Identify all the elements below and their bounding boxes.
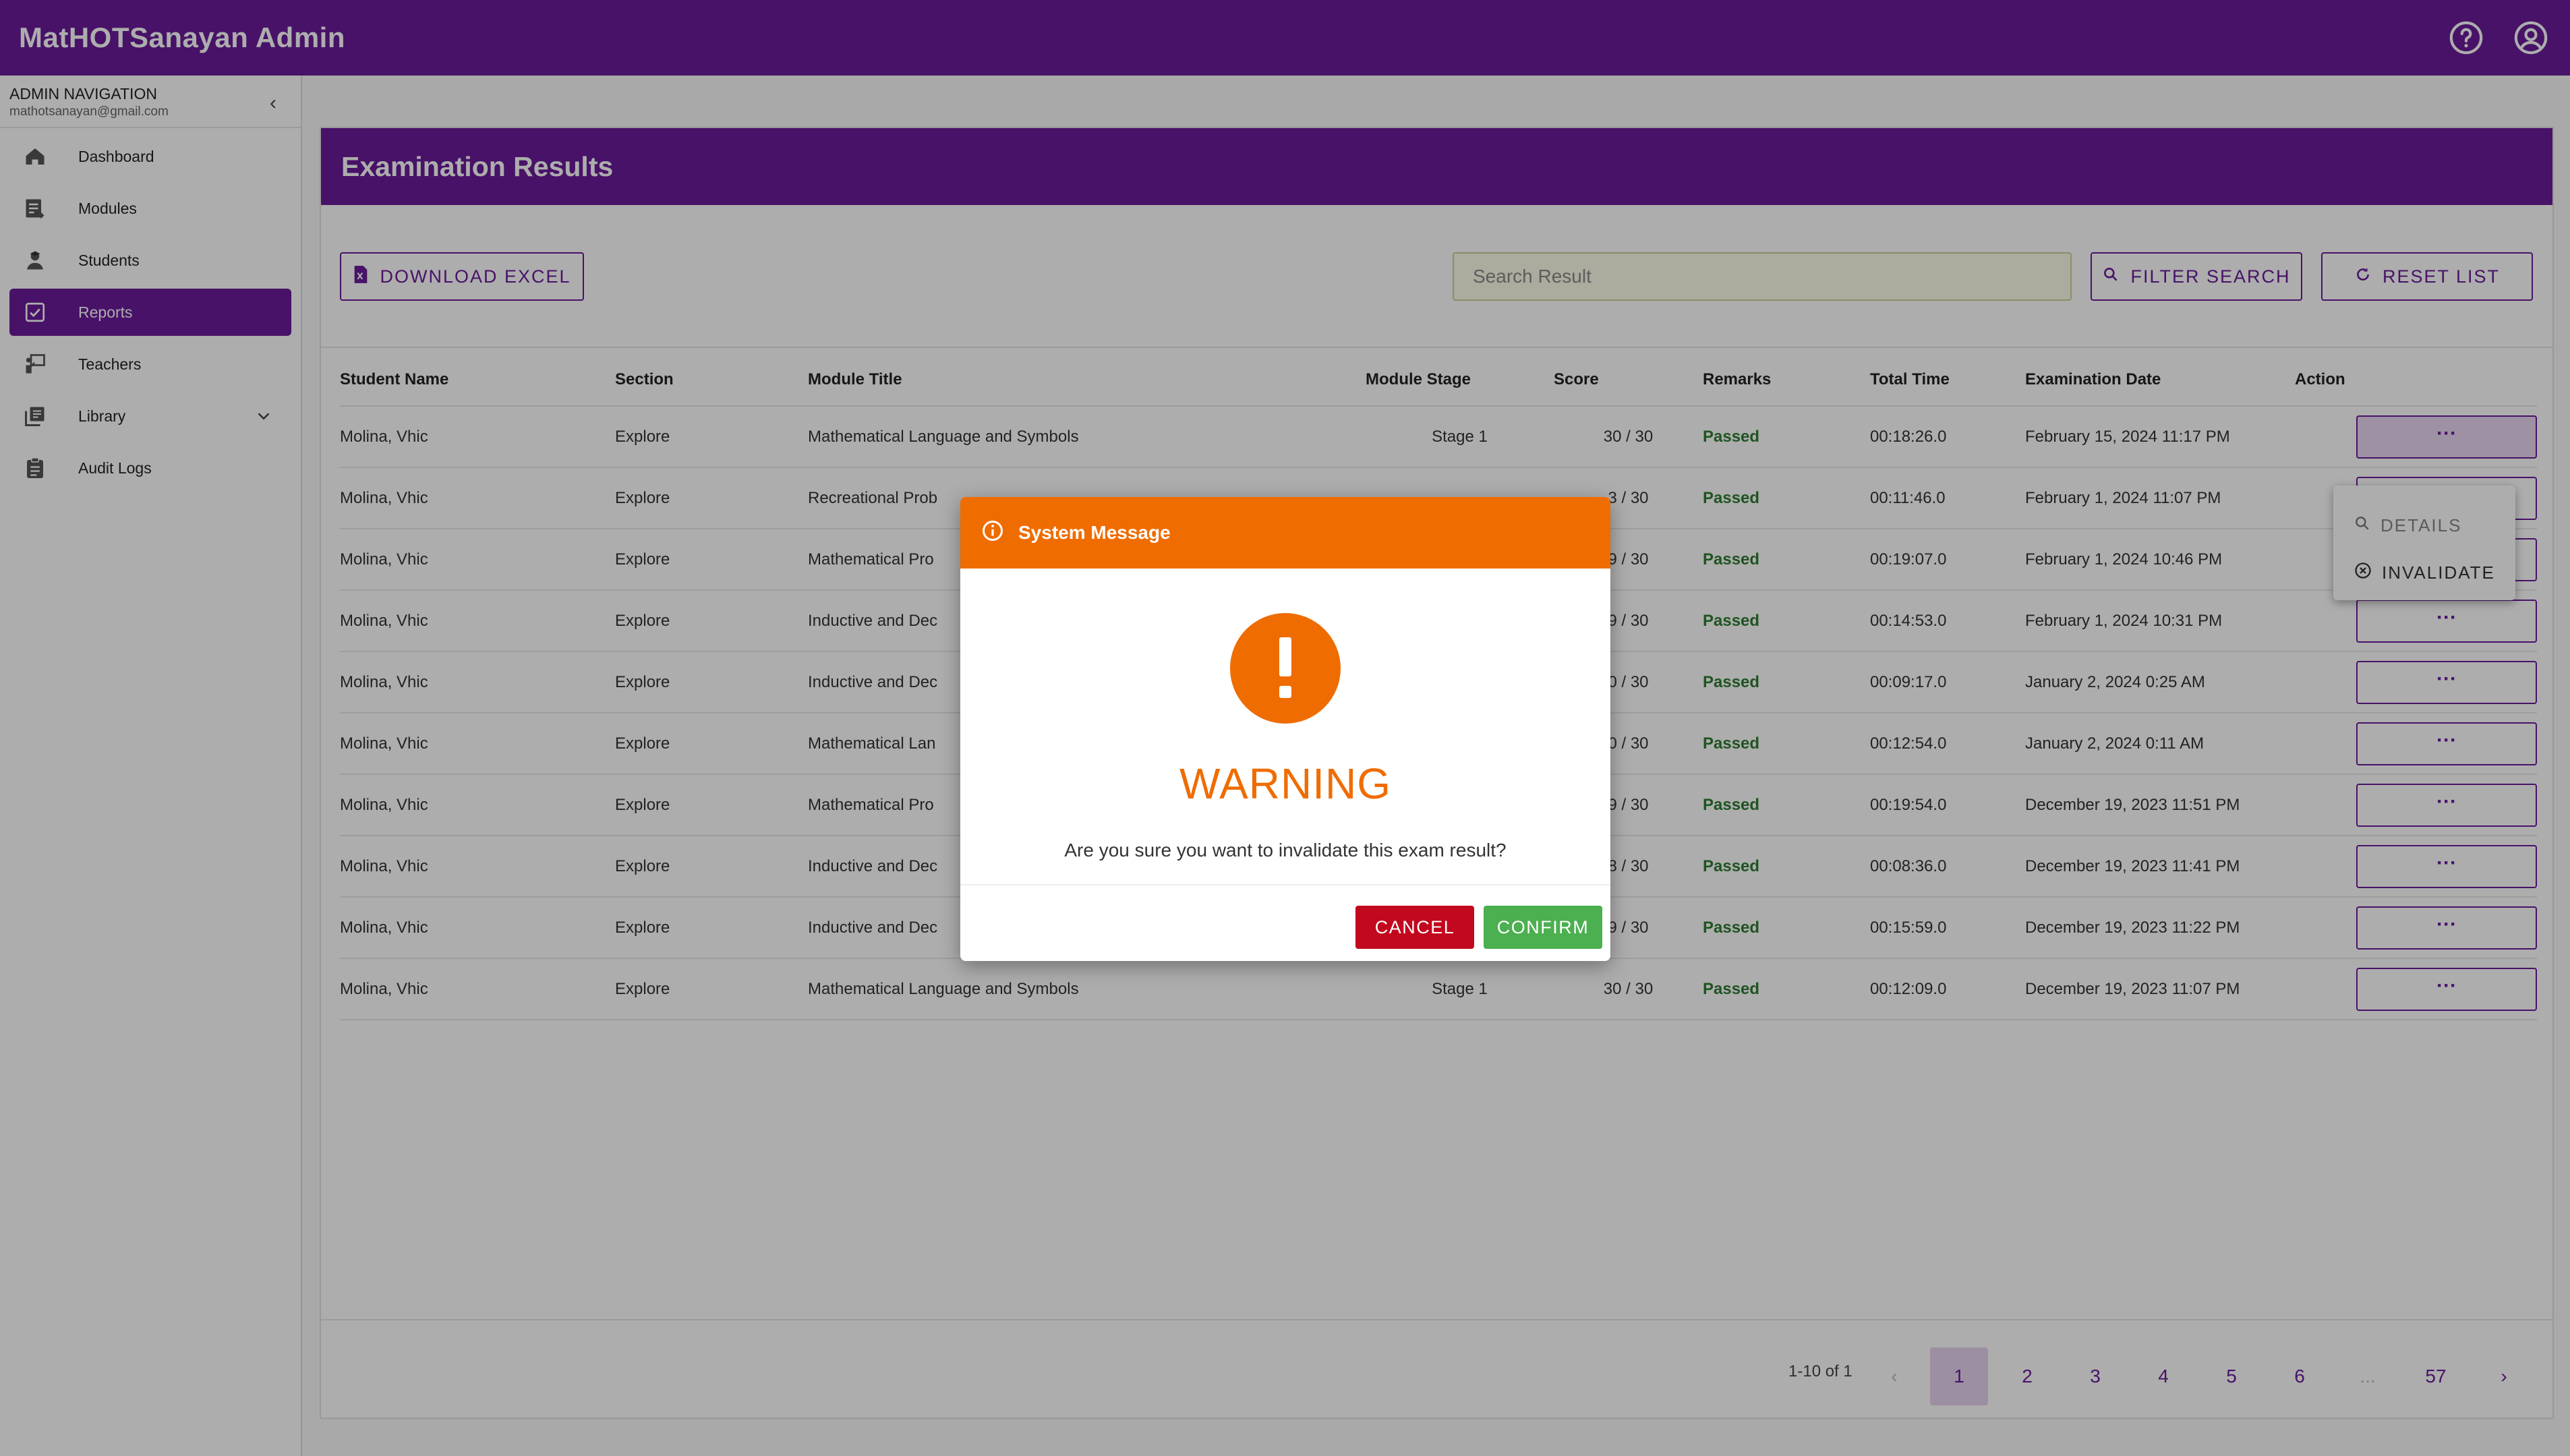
cancel-button[interactable]: CANCEL: [1355, 906, 1474, 949]
warning-message: Are you sure you want to invalidate this…: [1064, 840, 1507, 861]
system-message-dialog: System Message WARNING Are you sure you …: [960, 497, 1610, 961]
warning-title: WARNING: [1179, 759, 1391, 808]
dialog-header: System Message: [960, 497, 1610, 569]
warning-exclamation-icon: [1230, 613, 1341, 724]
dialog-footer: CANCEL CONFIRM: [960, 885, 1610, 961]
confirm-button[interactable]: CONFIRM: [1484, 906, 1602, 949]
info-icon: [981, 519, 1005, 548]
dialog-body: WARNING Are you sure you want to invalid…: [960, 569, 1610, 885]
dialog-title: System Message: [1018, 522, 1171, 543]
